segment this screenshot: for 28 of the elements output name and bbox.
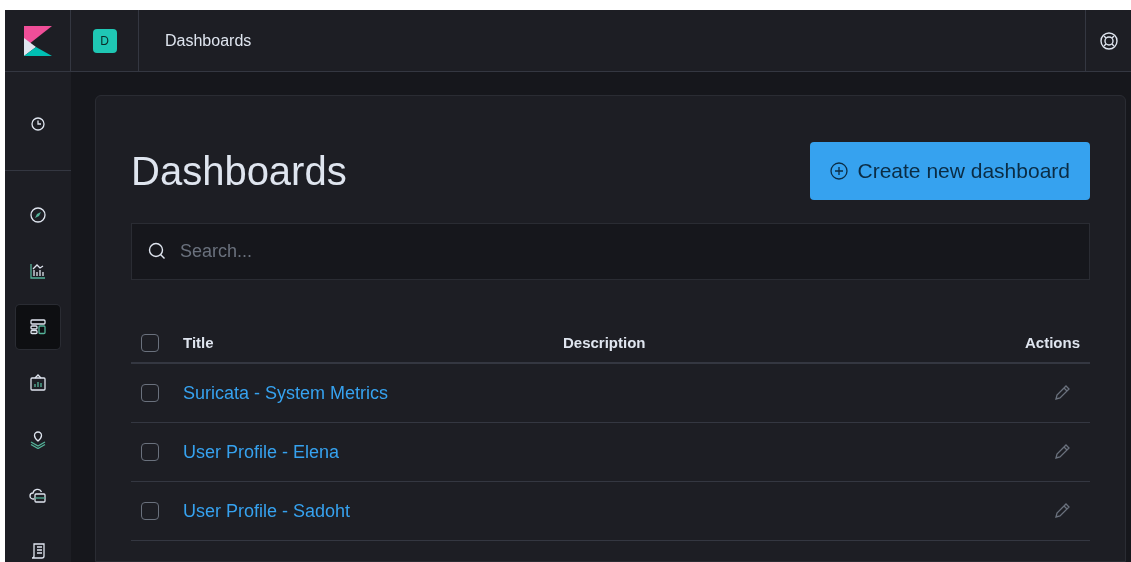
dashboard-link[interactable]: User Profile - Sadoht	[183, 497, 351, 525]
checkbox[interactable]	[141, 443, 159, 461]
chart-icon	[28, 261, 48, 281]
search-field[interactable]: Search...	[131, 223, 1090, 280]
column-header[interactable]: Description	[563, 331, 1025, 355]
checkbox[interactable]	[141, 502, 159, 520]
create-button[interactable]: Create new dashboard	[809, 142, 1090, 200]
pencil-icon[interactable]	[1052, 383, 1072, 403]
clock-icon	[28, 114, 48, 134]
nav-item[interactable]	[16, 305, 60, 349]
breadcrumb[interactable]: Dashboards	[165, 28, 252, 53]
easel-icon	[28, 373, 48, 393]
map-pin-icon	[28, 429, 48, 449]
pencil-icon[interactable]	[1052, 442, 1072, 462]
dashboard-link[interactable]: User Profile - Elena	[183, 438, 340, 466]
column-header[interactable]: Title	[183, 331, 563, 355]
compass-icon	[28, 205, 48, 225]
logo[interactable]	[23, 25, 52, 56]
help-icon[interactable]	[1098, 30, 1119, 51]
pencil-icon[interactable]	[1052, 501, 1072, 521]
dashboard-icon	[28, 317, 48, 337]
dashboard-link[interactable]: Suricata - System Metrics	[183, 379, 389, 407]
space-avatar[interactable]: D	[92, 28, 117, 53]
checkbox[interactable]	[141, 384, 159, 402]
checkbox[interactable]	[141, 334, 159, 352]
plus-circle-icon	[829, 162, 848, 180]
page-title: Dashboards	[131, 151, 347, 191]
column-header[interactable]: Actions	[1025, 331, 1080, 355]
